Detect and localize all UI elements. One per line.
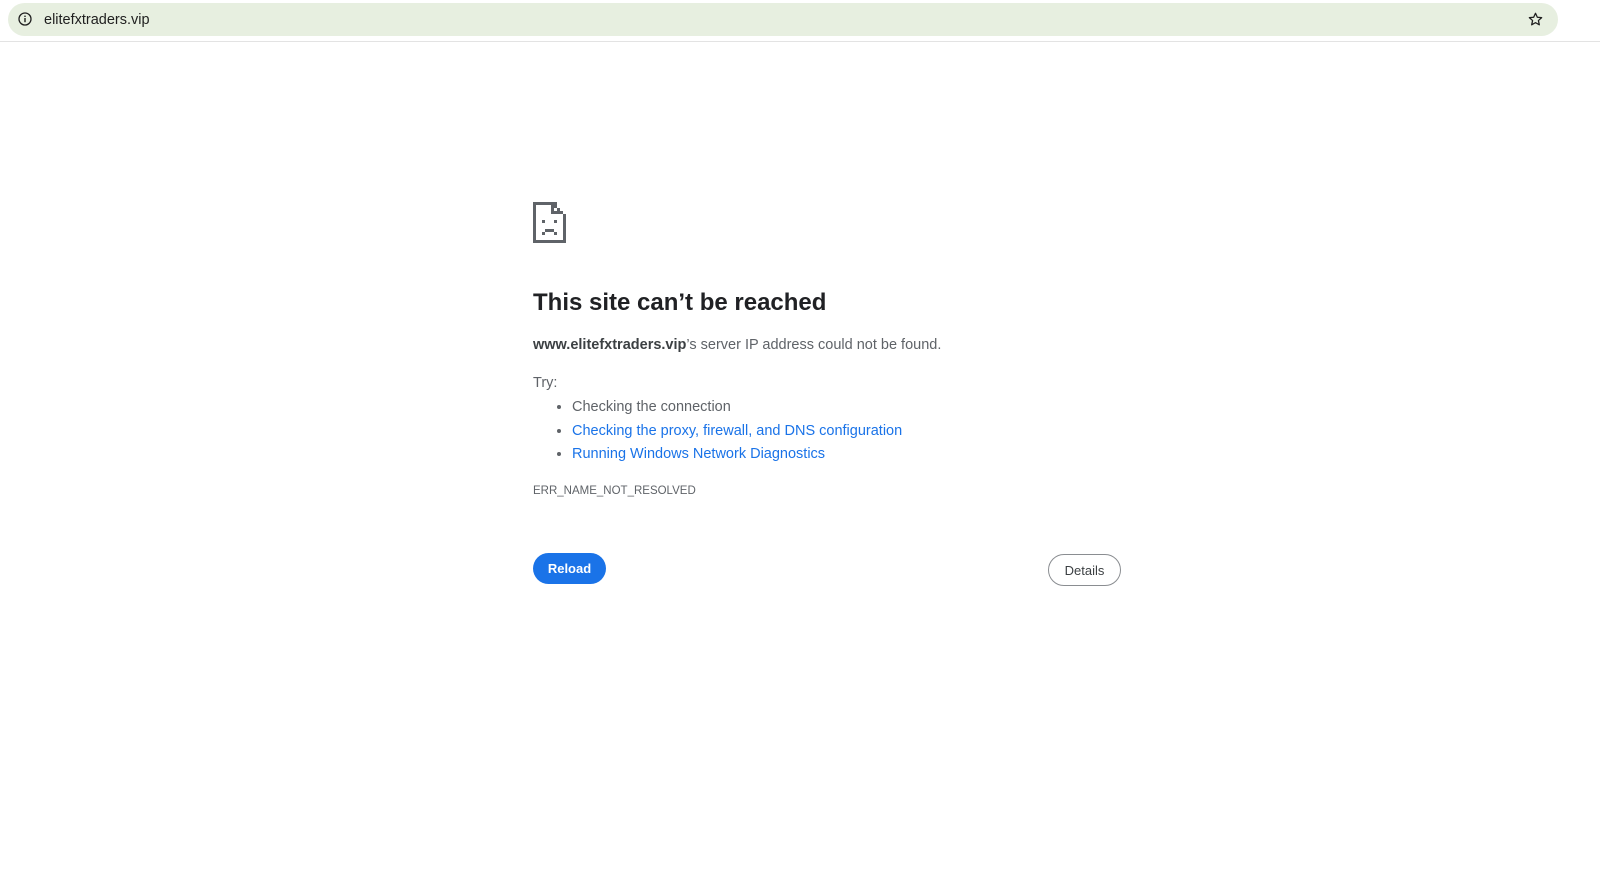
suggestion-item: Checking the proxy, firewall, and DNS co… bbox=[572, 420, 902, 444]
star-icon[interactable] bbox=[1527, 11, 1544, 28]
suggestions-list: Checking the connection Checking the pro… bbox=[533, 396, 902, 467]
error-summary-text: ’s server IP address could not be found. bbox=[686, 337, 942, 353]
suggestion-item: Running Windows Network Diagnostics bbox=[572, 443, 902, 467]
suggestion-diagnostics-link[interactable]: Running Windows Network Diagnostics bbox=[572, 446, 825, 462]
sad-page-icon bbox=[533, 202, 566, 243]
info-icon[interactable] bbox=[18, 12, 32, 26]
reload-button[interactable]: Reload bbox=[533, 553, 606, 584]
url-text[interactable]: elitefxtraders.vip bbox=[44, 11, 150, 29]
suggestion-check-connection: Checking the connection bbox=[572, 399, 731, 415]
error-summary: www.elitefxtraders.vip’s server IP addre… bbox=[533, 337, 941, 353]
suggestion-item: Checking the connection bbox=[572, 396, 902, 420]
browser-toolbar: elitefxtraders.vip bbox=[0, 0, 1600, 42]
details-button[interactable]: Details bbox=[1048, 554, 1121, 586]
address-bar[interactable]: elitefxtraders.vip bbox=[8, 3, 1558, 36]
error-code: ERR_NAME_NOT_RESOLVED bbox=[533, 485, 696, 497]
error-title: This site can’t be reached bbox=[533, 289, 827, 316]
error-host: www.elitefxtraders.vip bbox=[533, 337, 687, 353]
suggestion-proxy-link[interactable]: Checking the proxy, firewall, and DNS co… bbox=[572, 423, 902, 439]
try-label: Try: bbox=[533, 375, 558, 391]
